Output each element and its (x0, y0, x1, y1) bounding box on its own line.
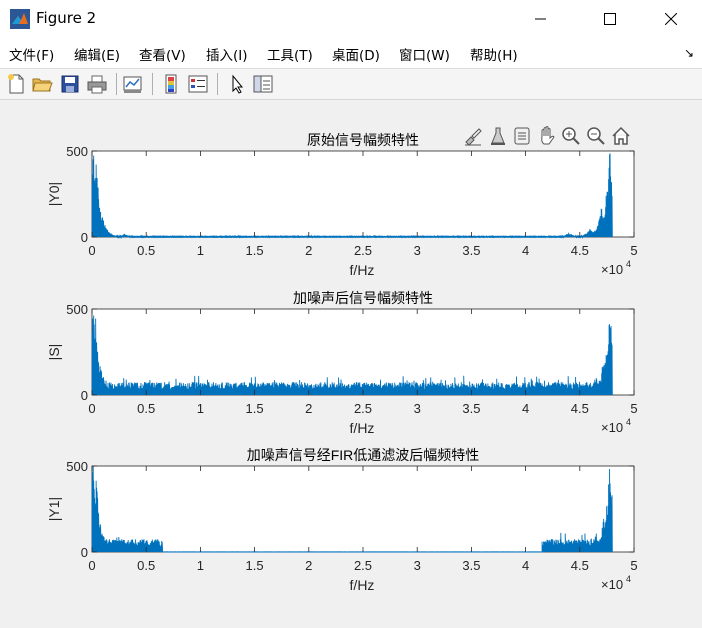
x-tick-label: 2.5 (354, 243, 372, 258)
x-tick-label: 3.5 (462, 243, 480, 258)
x-tick-label: 3 (414, 401, 421, 416)
chart-title: 加噪声后信号幅频特性 (293, 290, 433, 306)
x-tick-label: 4 (522, 243, 529, 258)
x-tick-label: 4 (522, 401, 529, 416)
x-tick-label: 1 (197, 558, 204, 573)
x-tick-label: 2.5 (354, 558, 372, 573)
x-exponent-power: 4 (626, 574, 631, 584)
x-tick-label: 1.5 (246, 401, 264, 416)
x-axis-label: f/Hz (350, 262, 375, 278)
axes-1: 0 0.5 1 1.5 2 2.5 3 3.5 4 4.5 50500×10 4f/Hz|Y0|原始信… (46, 132, 638, 278)
x-tick-label: 0 (88, 558, 95, 573)
y-tick-label: 500 (66, 302, 88, 317)
x-tick-label: 2.5 (354, 401, 372, 416)
axes-3: 0 0.5 1 1.5 2 2.5 3 3.5 4 4.5 50500×10 4f/Hz|Y1|加噪声… (46, 447, 638, 593)
chart-title: 原始信号幅频特性 (307, 132, 419, 148)
y-tick-label: 0 (81, 545, 88, 560)
x-tick-label: 4.5 (571, 558, 589, 573)
x-tick-label: 2 (305, 401, 312, 416)
x-tick-label: 3.5 (462, 401, 480, 416)
x-tick-label: 3 (414, 558, 421, 573)
x-exponent-label: ×10 (601, 420, 623, 435)
x-tick-label: 1.5 (246, 243, 264, 258)
x-tick-label: 0.5 (137, 401, 155, 416)
x-tick-label: 4.5 (571, 401, 589, 416)
x-tick-label: 0 (88, 243, 95, 258)
x-tick-label: 0.5 (137, 558, 155, 573)
plots-svg: 0 0.5 1 1.5 2 2.5 3 3.5 4 4.5 50500×10 4f/Hz|Y0|原始信… (46, 132, 638, 593)
x-tick-label: 5 (630, 401, 637, 416)
axes-box (91, 465, 635, 553)
y-axis-label: |Y0| (46, 182, 62, 206)
x-tick-label: 2 (305, 558, 312, 573)
y-axis-label: |S| (46, 344, 62, 361)
y-tick-label: 500 (66, 144, 88, 159)
x-tick-label: 2 (305, 243, 312, 258)
x-tick-label: 3 (414, 243, 421, 258)
y-tick-label: 500 (66, 459, 88, 474)
y-axis-label: |Y1| (46, 497, 62, 521)
x-tick-label: 4.5 (571, 243, 589, 258)
y-tick-label: 0 (81, 230, 88, 245)
x-exponent-power: 4 (626, 259, 631, 269)
x-tick-label: 1 (197, 243, 204, 258)
y-tick-label: 0 (81, 388, 88, 403)
x-tick-label: 0.5 (137, 243, 155, 258)
x-tick-label: 5 (630, 558, 637, 573)
axes-box (91, 150, 635, 238)
x-tick-label: 4 (522, 558, 529, 573)
chart-title: 加噪声信号经FIR低通滤波后幅频特性 (247, 447, 480, 463)
x-exponent-label: ×10 (601, 262, 623, 277)
x-tick-label: 1 (197, 401, 204, 416)
x-tick-label: 3.5 (462, 558, 480, 573)
x-exponent-label: ×10 (601, 577, 623, 592)
x-tick-label: 0 (88, 401, 95, 416)
axes-box (91, 308, 635, 396)
x-tick-label: 1.5 (246, 558, 264, 573)
x-axis-label: f/Hz (350, 420, 375, 436)
x-exponent-power: 4 (626, 417, 631, 427)
x-tick-label: 5 (630, 243, 637, 258)
axes-2: 0 0.5 1 1.5 2 2.5 3 3.5 4 4.5 50500×10 4f/Hz|S|加噪声后… (46, 290, 638, 436)
x-axis-label: f/Hz (350, 577, 375, 593)
